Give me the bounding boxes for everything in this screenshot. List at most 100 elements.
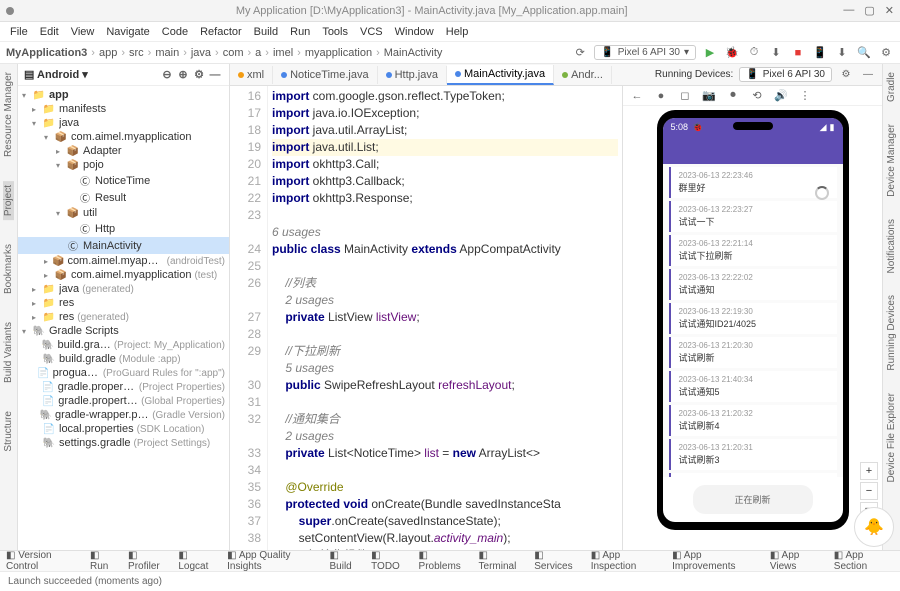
tool-bookmarks[interactable]: Bookmarks [3,240,14,298]
menu-refactor[interactable]: Refactor [196,26,246,38]
more-icon[interactable]: ⋮ [797,88,813,104]
collapse-icon[interactable]: ⊖ [159,67,175,83]
zoom-out-button[interactable]: − [860,482,878,500]
code-line[interactable]: //通知集合 [272,411,618,428]
sync-icon[interactable]: ⟳ [572,45,588,61]
tool-app-views[interactable]: ◧ App Views [770,550,824,572]
zoom-in-button[interactable]: + [860,462,878,480]
tree-item[interactable]: ⒸResult [18,189,229,206]
tree-item[interactable]: ▾📦pojo [18,158,229,172]
running-device-dropdown[interactable]: 📱 Pixel 6 API 30 [739,67,832,82]
menu-edit[interactable]: Edit [36,26,63,38]
tool-gradle[interactable]: Gradle [886,68,897,106]
code-line[interactable]: super.onCreate(savedInstanceState); [272,513,618,530]
list-item[interactable]: 2023-06-13 21:20:32试试刷新4 [669,405,837,436]
tree-item[interactable]: ▾📦com.aimel.myapplication [18,130,229,144]
screenshot-icon[interactable]: 📷 [701,88,717,104]
home-icon[interactable]: ● [653,88,669,104]
tool-notifications[interactable]: Notifications [886,215,897,277]
menu-tools[interactable]: Tools [318,26,352,38]
expand-icon[interactable]: ⊕ [175,67,191,83]
minimize-button[interactable]: — [843,4,854,17]
code-editor[interactable]: 1617181920212223242526272829303132333435… [230,86,622,550]
sdk-icon[interactable]: ⬇ [834,45,850,61]
tree-item[interactable]: ⒸMainActivity [18,237,229,254]
attach-icon[interactable]: ⬇ [768,45,784,61]
tree-item[interactable]: 📄gradle.properties(Project Properties) [18,380,229,394]
code-line[interactable] [272,394,618,411]
settings-icon[interactable]: ⚙ [878,45,894,61]
menu-build[interactable]: Build [250,26,282,38]
notice-list[interactable]: 2023-06-13 22:23:46群里好2023-06-13 22:23:2… [663,164,843,477]
profile-icon[interactable]: ⏱ [746,45,762,61]
tree-item[interactable]: ▸📁java(generated) [18,282,229,296]
hide-panel-icon[interactable]: — [207,67,223,83]
tree-item[interactable]: 🐘build.gradle(Project: My_Application) [18,338,229,352]
tool-services[interactable]: ◧ Services [534,550,580,572]
breadcrumb-segment[interactable]: app [99,47,117,59]
tool-run[interactable]: ◧ Run [90,550,118,572]
code-content[interactable]: import com.google.gson.reflect.TypeToken… [268,86,622,550]
menu-file[interactable]: File [6,26,32,38]
overview-icon[interactable]: ◻ [677,88,693,104]
editor-tab[interactable]: Http.java [378,66,447,84]
code-line[interactable]: import com.google.gson.reflect.TypeToken… [272,88,618,105]
tab-settings-icon[interactable]: ⚙ [838,67,854,83]
list-item[interactable]: 2023-06-13 21:20:28试试通知7 [669,473,837,477]
tree-item[interactable]: 📄proguard-rules.pro(ProGuard Rules for "… [18,366,229,380]
tool-app-quality-insights[interactable]: ◧ App Quality Insights [227,550,319,572]
tool-logcat[interactable]: ◧ Logcat [178,550,217,572]
tool-version-control[interactable]: ◧ Version Control [6,550,80,572]
tree-item[interactable]: 📄local.properties(SDK Location) [18,422,229,436]
code-line[interactable]: import okhttp3.Callback; [272,173,618,190]
code-line[interactable]: setContentView(R.layout.activity_main); [272,530,618,547]
list-item[interactable]: 2023-06-13 22:22:02试试通知 [669,269,837,300]
code-line[interactable]: 5 usages [272,360,618,377]
code-line[interactable] [272,207,618,224]
tab-hide-icon[interactable]: — [860,67,876,83]
menu-help[interactable]: Help [442,26,473,38]
tool-app-improvements[interactable]: ◧ App Improvements [672,550,760,572]
tree-item[interactable]: ▾📦util [18,206,229,220]
stop-icon[interactable]: ■ [790,45,806,61]
tree-item[interactable]: ⒸNoticeTime [18,172,229,189]
breadcrumb-segment[interactable]: myapplication [305,47,372,59]
list-item[interactable]: 2023-06-13 21:20:31试试刷新3 [669,439,837,470]
close-button[interactable]: ✕ [885,4,894,17]
tree-item[interactable]: 🐘gradle-wrapper.properties(Gradle Versio… [18,408,229,422]
code-line[interactable] [272,258,618,275]
menu-navigate[interactable]: Navigate [102,26,153,38]
breadcrumb-segment[interactable]: java [191,47,211,59]
breadcrumb-segment[interactable]: imel [273,47,293,59]
code-line[interactable]: import java.util.ArrayList; [272,122,618,139]
list-item[interactable]: 2023-06-13 22:21:14试试下拉刷新 [669,235,837,266]
code-line[interactable]: public class MainActivity extends AppCom… [272,241,618,258]
avd-icon[interactable]: 📱 [812,45,828,61]
tree-item[interactable]: 🐘build.gradle(Module :app) [18,352,229,366]
tool-device-manager[interactable]: Device Manager [886,120,897,201]
editor-tab[interactable]: NoticeTime.java [273,66,377,84]
menu-run[interactable]: Run [286,26,314,38]
code-line[interactable]: //列表 [272,275,618,292]
list-item[interactable]: 2023-06-13 21:40:34试试通知5 [669,371,837,402]
tool-project[interactable]: Project [3,181,14,220]
tree-item[interactable]: ⒸHttp [18,220,229,237]
tree-item[interactable]: ▾📁java [18,116,229,130]
tree-item[interactable]: ▸📦com.aimel.myapplication(test) [18,268,229,282]
run-icon[interactable]: ▶ [702,45,718,61]
breadcrumb-segment[interactable]: MainActivity [384,47,443,59]
editor-tab[interactable]: MainActivity.java [447,65,554,85]
breadcrumb-segment[interactable]: a [255,47,261,59]
code-line[interactable]: import java.io.IOException; [272,105,618,122]
phone-screen[interactable]: 5:08 🐞 ◢▮ 2023-06-13 22:23:46群里好2023-06-… [663,118,843,522]
record-icon[interactable]: ⏺ [725,88,741,104]
code-line[interactable]: public SwipeRefreshLayout refreshLayout; [272,377,618,394]
tree-item[interactable]: 🐘settings.gradle(Project Settings) [18,436,229,450]
device-selector[interactable]: 📱 Pixel 6 API 30 ▾ [594,45,696,60]
tree-item[interactable]: ▸📦Adapter [18,144,229,158]
debug-icon[interactable]: 🐞 [724,45,740,61]
search-icon[interactable]: 🔍 [856,45,872,61]
code-line[interactable]: //下拉刷新 [272,343,618,360]
tool-todo[interactable]: ◧ TODO [371,550,408,572]
volume-icon[interactable]: 🔊 [773,88,789,104]
